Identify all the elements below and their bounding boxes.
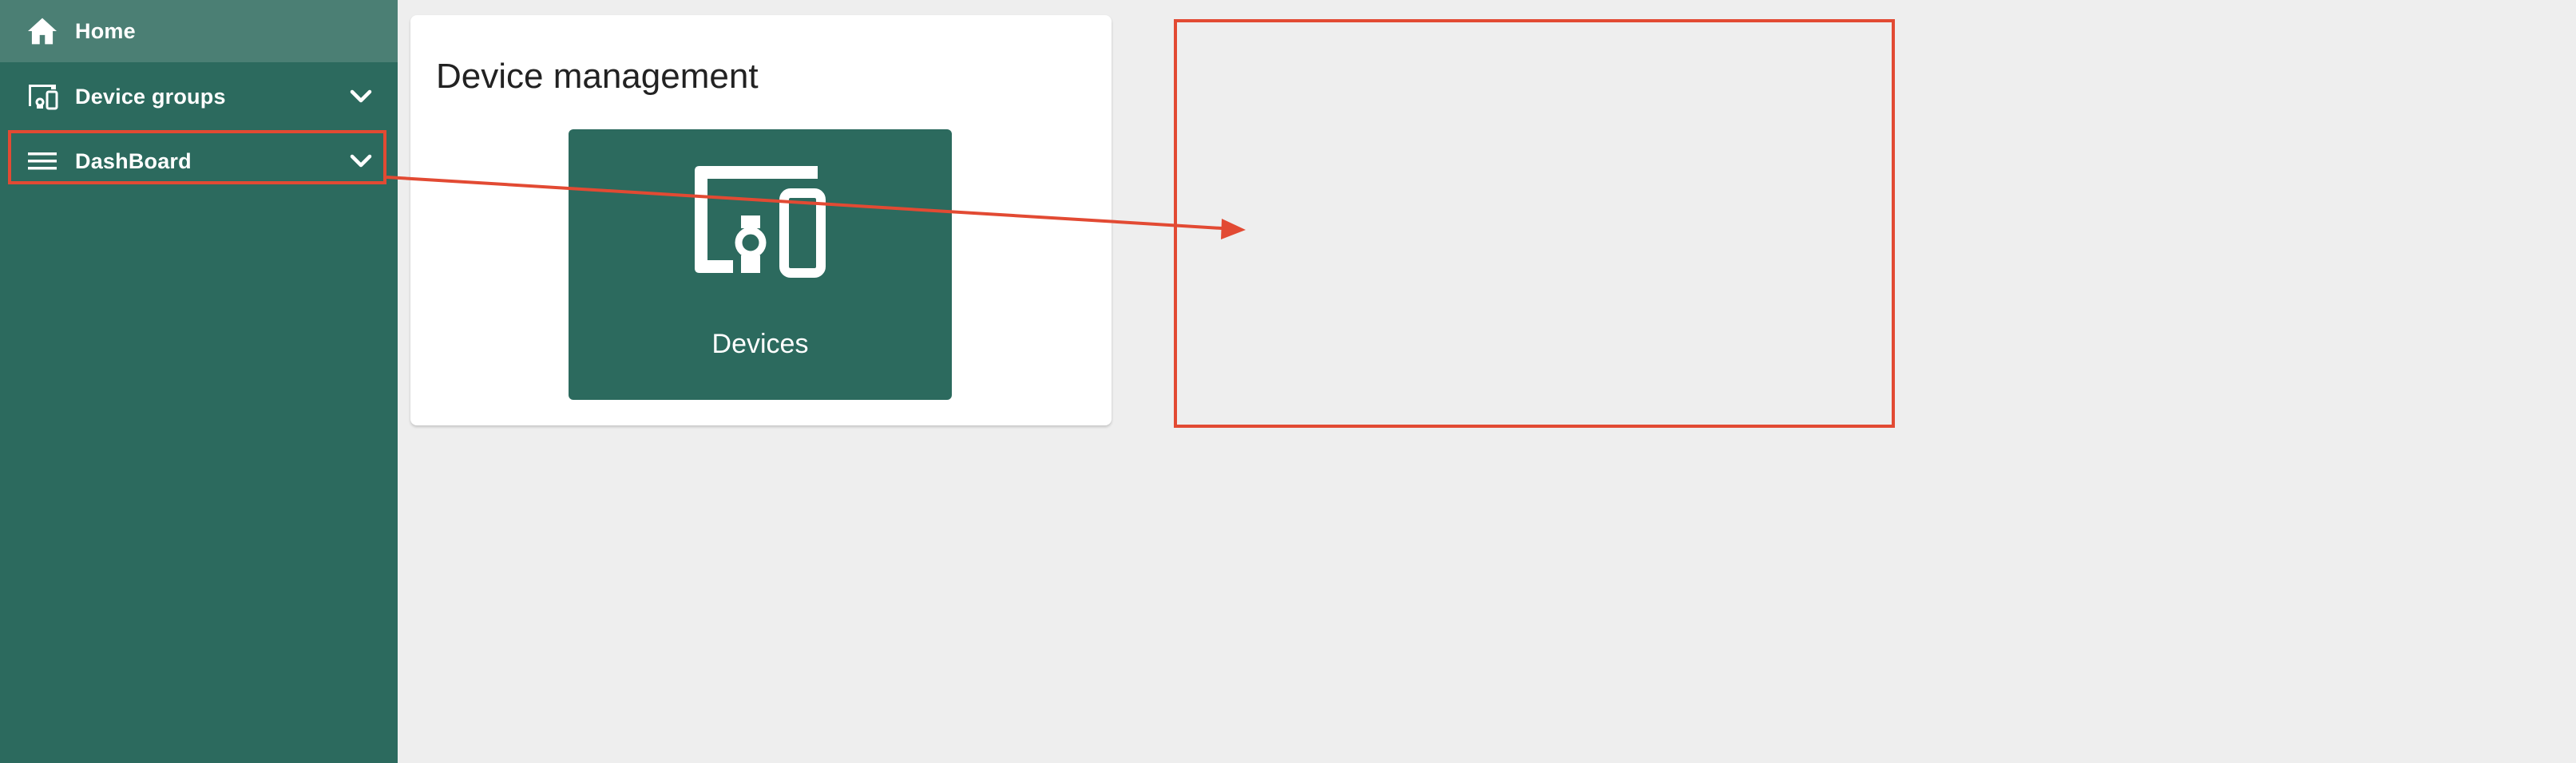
chevron-down-icon[interactable] [347,82,375,111]
page-title: Device management [436,57,759,96]
home-icon [24,13,61,49]
device-management-card: Device management Devices [410,15,1112,425]
tile-label: Devices [711,329,809,359]
annotation-highlight-box [8,130,386,184]
annotation-target-box [1174,19,1895,428]
devices-icon [688,166,832,278]
sidebar-item-label: Device groups [75,84,226,109]
device-groups-icon [24,78,61,115]
sidebar-item-device-groups[interactable]: Device groups [0,65,398,128]
devices-tile[interactable]: Devices [569,129,952,400]
app-window: Home Device groups DashBoard Device mana… [0,0,2576,763]
sidebar-item-home[interactable]: Home [0,0,398,62]
sidebar: Home Device groups DashBoard [0,0,398,763]
sidebar-item-label: Home [75,18,136,43]
